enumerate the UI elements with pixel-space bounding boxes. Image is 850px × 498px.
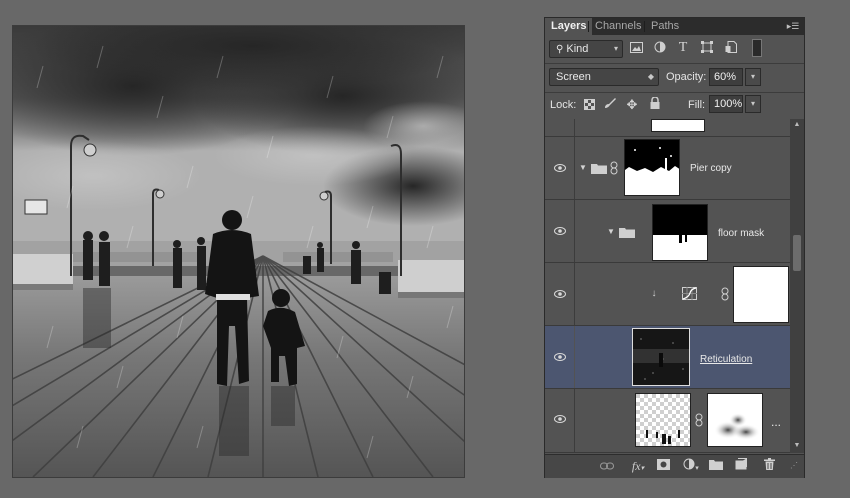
tab-layers[interactable]: Layers <box>545 18 593 35</box>
new-layer-icon[interactable] <box>733 458 749 474</box>
blend-mode-select[interactable]: Screen ◆ <box>549 68 659 86</box>
layer-list-scrollbar[interactable]: ▲ ▼ <box>790 119 804 453</box>
scroll-down-icon[interactable]: ▼ <box>790 442 804 449</box>
chevron-down-icon: ▾ <box>613 44 618 53</box>
filter-pixel-icon[interactable] <box>629 41 643 57</box>
blend-row: Screen ◆ Opacity: 60% ▾ <box>545 64 804 92</box>
trash-icon[interactable] <box>761 458 777 474</box>
fill-dropdown[interactable]: ▾ <box>745 95 761 113</box>
filter-row: ⚲ Kind ▾ T <box>545 35 804 63</box>
expand-triangle-icon[interactable]: ▼ <box>606 224 616 240</box>
layer-list: ▼ Pier copy ▼ floor mask ↓ Reticulation … <box>545 119 790 453</box>
layer-effects-more[interactable]: ... <box>771 415 781 429</box>
fx-icon[interactable]: fx▾ <box>627 458 649 476</box>
layer-name[interactable]: Reticulation <box>700 354 752 365</box>
scrollbar-thumb[interactable] <box>793 235 801 271</box>
opacity-input[interactable]: 60% <box>709 68 743 86</box>
filter-kind-select[interactable]: ⚲ Kind ▾ <box>549 40 623 58</box>
add-mask-icon[interactable] <box>655 458 671 474</box>
mask-link-icon[interactable] <box>721 287 729 301</box>
lock-transparent-icon[interactable] <box>583 98 595 114</box>
layer-row-image-with-mask[interactable]: ... <box>545 389 790 453</box>
layer-row-curves-adjustment[interactable]: ↓ <box>545 263 790 326</box>
resize-grip-icon[interactable]: ⋰ <box>788 458 800 474</box>
lock-pixels-brush-icon[interactable] <box>603 97 617 113</box>
lock-position-move-icon[interactable]: ✥ <box>625 97 639 113</box>
layer-row-floor-mask[interactable]: ▼ floor mask <box>545 200 790 263</box>
canvas-image[interactable] <box>13 26 464 477</box>
panel-tab-bar: Layers Channels Paths ▸☰ <box>545 18 804 35</box>
mask-link-icon[interactable] <box>610 161 618 175</box>
filter-smart-object-icon[interactable] <box>724 41 738 57</box>
filter-type-icon[interactable]: T <box>676 40 690 56</box>
mask-link-icon[interactable] <box>695 413 703 427</box>
curves-adjustment-icon[interactable] <box>682 287 697 300</box>
layer-row-reticulation[interactable]: Reticulation <box>545 326 790 389</box>
filter-adjustment-icon[interactable] <box>653 41 667 57</box>
filter-toggle-icon[interactable] <box>752 39 762 57</box>
opacity-label: Opacity: <box>666 71 707 83</box>
scroll-up-icon[interactable]: ▲ <box>790 121 804 128</box>
folder-icon <box>591 164 607 174</box>
adjustment-icon[interactable]: ▾ <box>681 458 701 477</box>
lock-label: Lock: <box>550 99 577 111</box>
eye-icon[interactable] <box>554 415 566 423</box>
filter-kind-label: Kind <box>566 43 589 55</box>
layer-name[interactable]: Pier copy <box>690 163 732 174</box>
layer-thumbnail <box>635 393 691 447</box>
fx-label: fx <box>631 459 641 473</box>
new-group-icon[interactable] <box>708 458 724 474</box>
fill-label: Fill: <box>688 99 706 111</box>
lock-all-padlock-icon[interactable] <box>648 96 662 113</box>
chevron-updown-icon: ◆ <box>647 72 654 81</box>
layers-panel: Layers Channels Paths ▸☰ ⚲ Kind ▾ T Scre… <box>544 17 805 478</box>
search-icon: ⚲ <box>556 44 564 55</box>
layer-thumbnail <box>632 328 690 386</box>
eye-icon[interactable] <box>554 164 566 172</box>
layer-mask-thumbnail <box>652 204 708 261</box>
link-icon[interactable] <box>599 458 615 474</box>
clipping-arrow-icon: ↓ <box>651 288 657 299</box>
lock-row: Lock: ✥ Fill: 100% ▾ <box>545 93 804 119</box>
eye-icon[interactable] <box>554 227 566 235</box>
opacity-dropdown[interactable]: ▾ <box>745 68 761 86</box>
layer-mask-thumbnail <box>707 393 763 447</box>
filter-shape-icon[interactable] <box>700 41 714 57</box>
tab-channels[interactable]: Channels <box>589 18 647 35</box>
tab-paths[interactable]: Paths <box>645 18 685 35</box>
layer-mask-thumbnail <box>624 139 680 196</box>
folder-icon <box>619 228 635 238</box>
panel-menu-icon[interactable]: ▸☰ <box>786 20 800 32</box>
layer-name[interactable]: floor mask <box>718 228 764 239</box>
rainy-pier-photo <box>13 26 464 477</box>
layer-mask-thumbnail <box>733 266 789 323</box>
layer-row[interactable] <box>545 119 790 137</box>
expand-triangle-icon[interactable]: ▼ <box>578 160 588 176</box>
blend-mode-value: Screen <box>556 71 591 83</box>
fill-input[interactable]: 100% <box>709 95 743 113</box>
layer-row-pier-copy[interactable]: ▼ Pier copy <box>545 137 790 200</box>
eye-icon[interactable] <box>554 290 566 298</box>
panel-bottom-toolbar: fx▾ ▾ ⋰ <box>545 454 804 478</box>
eye-icon[interactable] <box>554 353 566 361</box>
layer-mask-thumbnail <box>651 119 705 132</box>
